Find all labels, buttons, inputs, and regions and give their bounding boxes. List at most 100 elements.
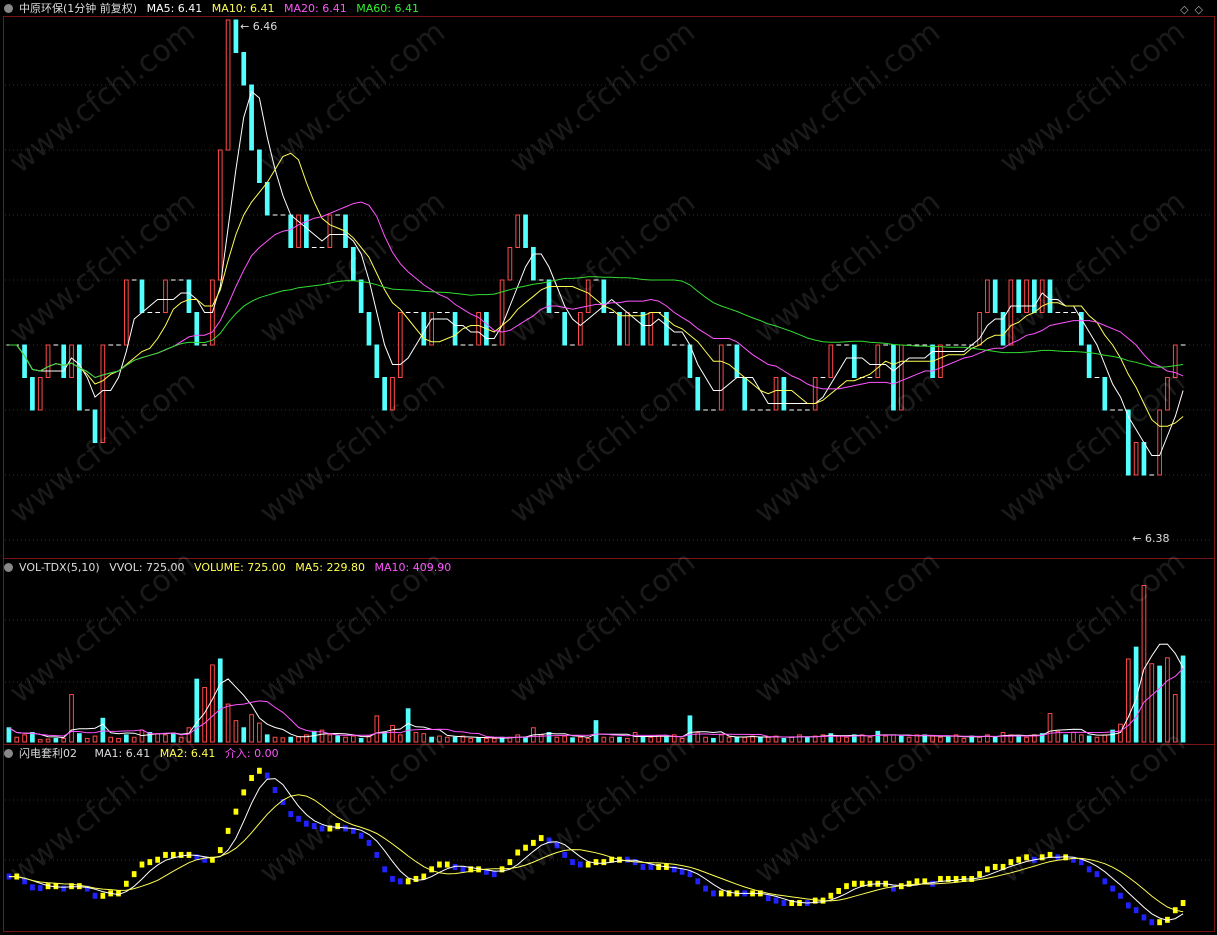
up-candle [515,214,521,248]
indicator-block-blue [491,871,497,878]
down-candle [374,344,380,378]
up-candle [1165,377,1170,411]
down-candle [891,344,896,411]
stock-chart-window: ← 6.46 ← 6.38 www.cfchi.com www.cfchi.com w… [0,0,1217,935]
down-candle [30,377,35,411]
volume-bar-up [703,736,708,743]
panel-menu-icon[interactable] [4,748,13,758]
volume-bar-down [264,734,270,743]
diamond-icon[interactable]: ◇ [1195,3,1209,16]
chart-canvas[interactable]: ← 6.46 ← 6.38 [0,0,1217,935]
volume-bar-down [6,727,12,743]
volume-bar-up [225,703,231,743]
up-candle [390,377,395,411]
window-controls: ◇◇ [1180,3,1209,16]
indicator-block-yellow [844,883,849,890]
volume-bar-up [14,736,20,743]
volume-bar-down [335,735,341,743]
indicator-block-yellow [1024,854,1029,861]
up-candle [985,279,990,313]
indicator-block-yellow [953,875,959,882]
volume-bar-up [1141,584,1147,743]
ma20-label: MA20: 6.41 [284,2,347,15]
indicator-block-yellow [257,767,262,774]
up-candle [507,247,513,281]
panel-menu-icon[interactable] [4,3,13,13]
volume-bar-down [30,732,35,743]
volume-bar-up [327,734,333,743]
up-candle [828,344,834,378]
indicator-block-blue [296,815,301,822]
down-candle [350,247,356,281]
volume-bar-down [170,732,176,743]
indicator-blocks-group [6,767,1186,926]
up-candle [100,344,106,443]
indicator-block-blue [61,885,67,892]
indicator-block-blue [264,772,270,779]
volume-bar-up [624,737,630,743]
chart-frame [3,16,1215,932]
volume-bar-down [945,736,951,743]
indicator-block-yellow [249,774,254,781]
indicator-block-blue [397,878,403,885]
indicator-block-yellow [139,861,145,868]
down-candle [1125,409,1131,476]
down-candle [742,377,748,411]
down-candle [992,279,998,313]
indicator-block-yellow [1180,899,1186,906]
volume-bar-up [1165,657,1170,743]
indicator-block-yellow [147,859,153,866]
volume-bar-up [867,736,873,743]
volume-bar-down [992,736,998,743]
indicator-block-blue [92,892,98,899]
volume-bar-up [37,739,43,743]
volume-bar-up [210,664,215,743]
volume-bar-up [679,737,685,743]
panel-menu-icon[interactable] [4,562,13,572]
volume-bar-down [875,730,881,743]
ma5-line [8,90,1184,456]
indicator-block-yellow [178,851,184,858]
down-candle [546,279,552,313]
ma60-line [8,276,1184,379]
down-candle [523,214,528,248]
down-candle [452,312,458,346]
volume-bar-up [437,735,442,743]
volume-bar-up [1000,732,1006,743]
volume-bar-down [311,730,317,743]
volume-bar-down [217,658,223,743]
ma60-label: MA60: 6.41 [356,2,419,15]
indicator-block-yellow [444,861,450,868]
diamond-icon[interactable]: ◇ [1180,3,1194,16]
volume-bar-down [1157,665,1162,743]
indicator-block-blue [272,787,278,794]
down-candle [1032,279,1037,313]
up-candle [123,279,129,346]
down-candle [531,247,536,281]
indicator-block-yellow [538,835,544,842]
indicator-block-yellow [914,878,920,885]
volume-bar-up [742,736,748,743]
volume-bar-up [304,734,309,743]
indicator-block-blue [1094,871,1100,878]
indicator-block-blue [1086,866,1092,873]
volume-bar-up [961,737,967,743]
indicator-block-yellow [163,851,168,858]
up-candle [429,312,434,346]
candles-group [6,19,1186,476]
indicator-block-yellow [100,892,106,899]
volume-bar-up [1024,736,1029,743]
volume-bar-down [405,708,411,743]
volume-bar-up [883,735,888,743]
volume-bar-down [1016,735,1022,743]
down-candle [366,312,372,346]
up-candle [69,344,74,378]
up-candle [648,312,654,346]
volume-bar-up [718,734,724,743]
vvol-label: VVOL: 725.00 [109,561,185,574]
down-candle [1047,279,1053,313]
up-candle [499,279,505,346]
vol-indicator-name: VOL-TDX(5,10) [19,561,100,574]
volume-bar-up [421,733,427,743]
indicator-block-yellow [335,823,341,830]
